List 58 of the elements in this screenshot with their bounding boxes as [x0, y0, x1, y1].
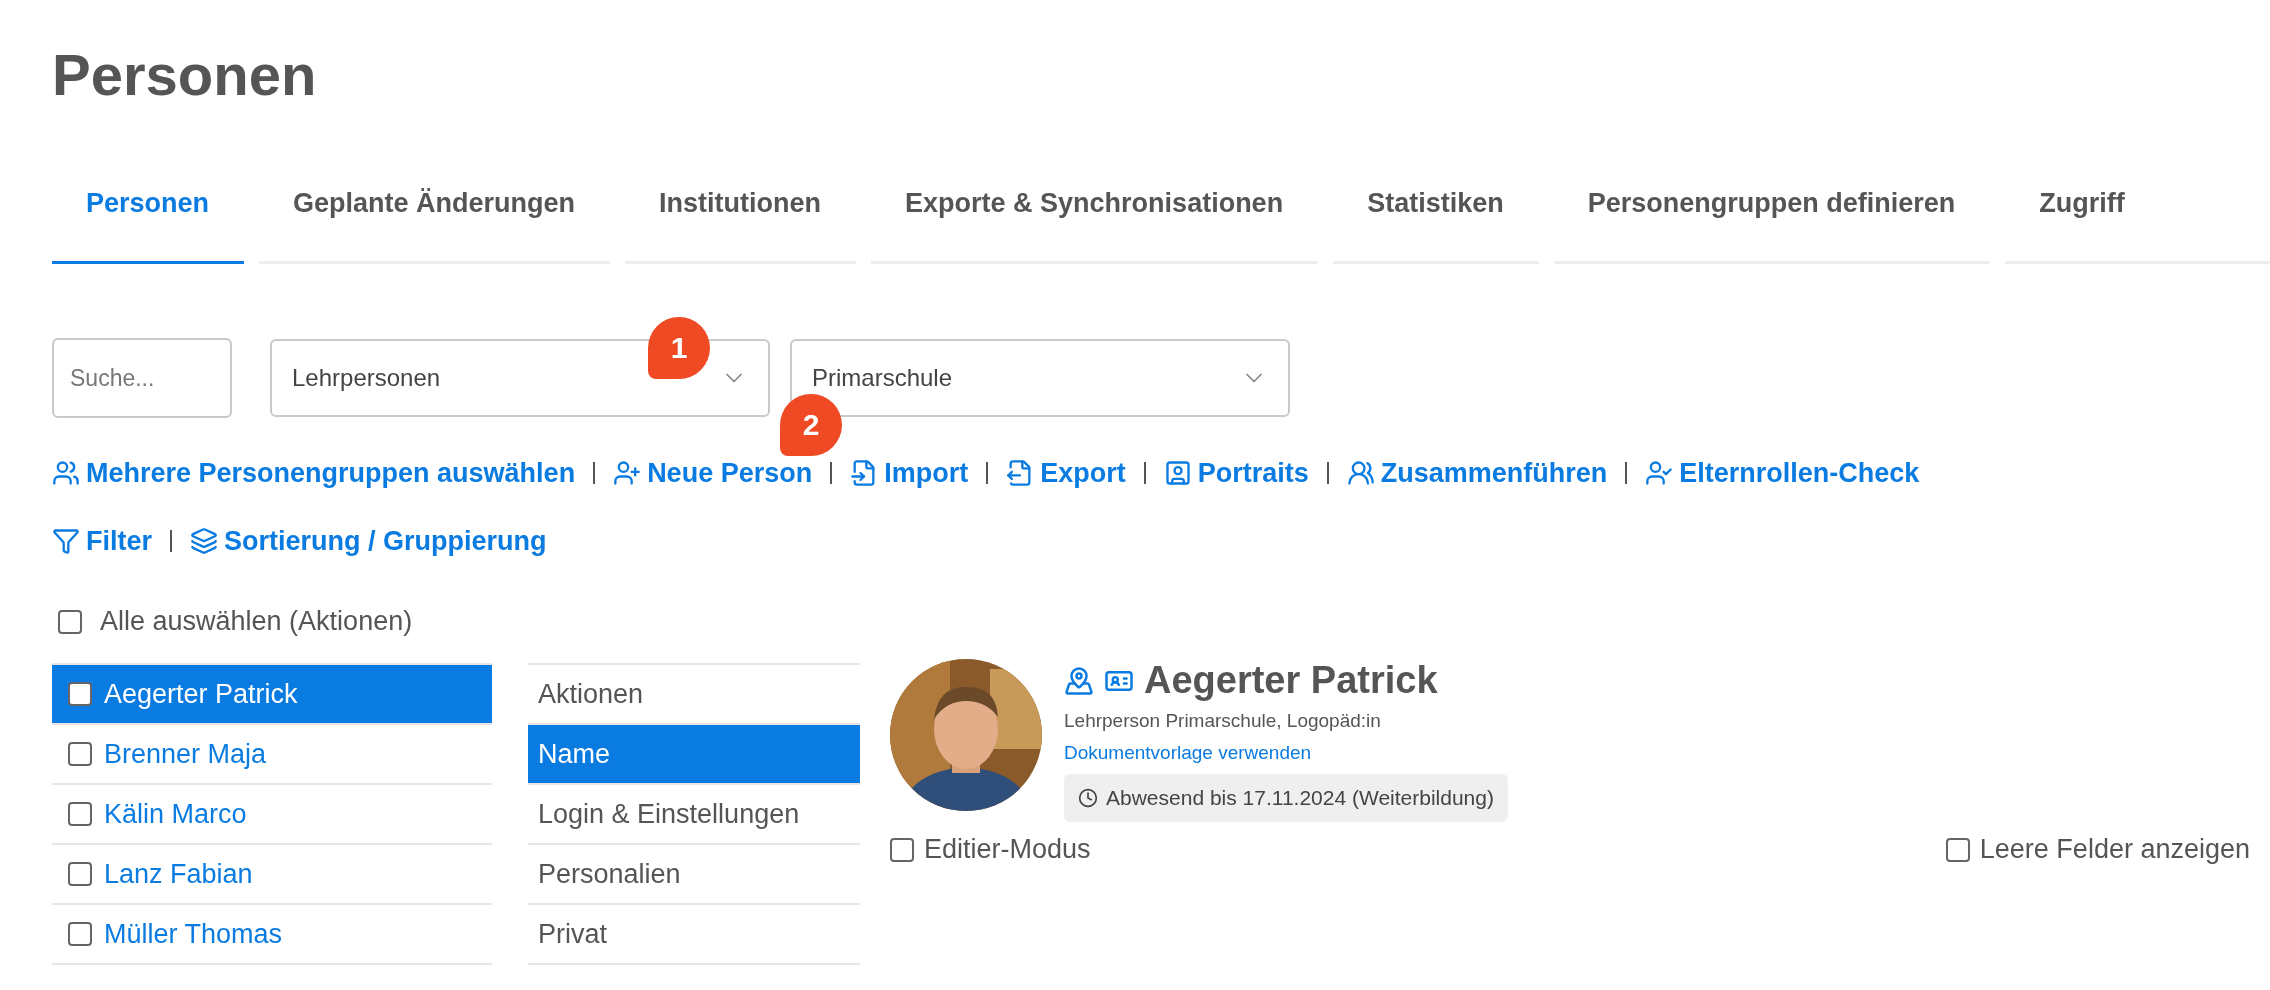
person-list-item[interactable]: Aegerter Patrick [52, 665, 492, 725]
toolbar-link[interactable]: Zusammenführen [1346, 457, 1608, 489]
person-name: Aegerter Patrick [104, 678, 298, 710]
checkbox[interactable] [68, 802, 92, 826]
tab[interactable]: Statistiken [1333, 154, 1539, 264]
toolbar-link[interactable]: Export [1006, 457, 1126, 489]
toolbar-link[interactable]: Mehrere Personengruppen auswählen [52, 457, 576, 489]
layers-icon [190, 527, 218, 555]
tab[interactable]: Personengruppen definieren [1553, 154, 1991, 264]
checkbox[interactable] [68, 742, 92, 766]
clock-icon [1078, 788, 1098, 808]
user-check-icon [1645, 459, 1674, 487]
person-name: Lanz Fabian [104, 858, 253, 890]
tab[interactable]: Exporte & Synchronisationen [871, 154, 1319, 264]
document-template-link[interactable]: Dokumentvorlage verwenden [1064, 742, 1312, 764]
checkbox[interactable] [68, 922, 92, 946]
map-pin-icon[interactable] [1064, 665, 1094, 696]
portrait-icon [1163, 459, 1192, 487]
person-name: Müller Thomas [104, 918, 283, 950]
checkbox[interactable] [1945, 837, 1970, 862]
toolbar-link[interactable]: Elternrollen-Check [1645, 457, 1920, 489]
tab[interactable]: Zugriff [2005, 154, 2270, 264]
person-list-item[interactable]: Müller Thomas [52, 905, 492, 965]
search-field[interactable]: Suche... [52, 338, 232, 418]
section-item[interactable]: Name [528, 725, 860, 785]
person-list-item[interactable]: Kälin Marco [52, 785, 492, 845]
toolbar-link[interactable]: Filter [52, 525, 152, 557]
absence-text: Abwesend bis 17.11.2024 (Weiterbildung) [1106, 786, 1494, 810]
tab[interactable]: Geplante Änderungen [259, 154, 611, 264]
checkbox[interactable] [68, 682, 92, 706]
person-title: Aegerter Patrick [1144, 659, 1438, 702]
person-roles: Lehrperson Primarschule, Logopäd:in [1064, 710, 1381, 732]
user-group-icon [52, 459, 80, 487]
section-item[interactable]: Personalien [528, 845, 860, 905]
section-item[interactable]: Login & Einstellungen [528, 785, 860, 845]
toolbar-link[interactable]: Import [850, 457, 969, 489]
filter-icon [52, 527, 80, 555]
toolbar-link[interactable]: Neue Person [613, 457, 813, 489]
checkbox[interactable] [890, 837, 914, 862]
show-empty-label: Leere Felder anzeigen [1979, 834, 2250, 865]
users-icon [1346, 459, 1375, 487]
toolbar-link[interactable]: Sortierung / Gruppierung [190, 525, 547, 557]
callout-badge: 2 [780, 393, 843, 456]
user-plus-icon [613, 459, 642, 487]
person-name: Brenner Maja [104, 738, 267, 770]
edit-mode-label: Editier-Modus [924, 834, 1091, 865]
person-list-item[interactable]: Brenner Maja [52, 725, 492, 785]
callout-badge: 1 [648, 317, 710, 379]
page-title: Personen [52, 41, 318, 109]
person-name: Kälin Marco [104, 798, 247, 830]
select-all-label: Alle auswählen (Aktionen) [100, 606, 413, 637]
section-item[interactable]: Privat [528, 905, 860, 965]
checkbox[interactable] [58, 609, 82, 634]
tab[interactable]: Institutionen [625, 154, 857, 264]
checkbox[interactable] [68, 862, 92, 886]
toolbar-link[interactable]: Portraits [1163, 457, 1309, 489]
tab[interactable]: Personen [52, 154, 245, 264]
person-list-item[interactable]: Lanz Fabian [52, 845, 492, 905]
